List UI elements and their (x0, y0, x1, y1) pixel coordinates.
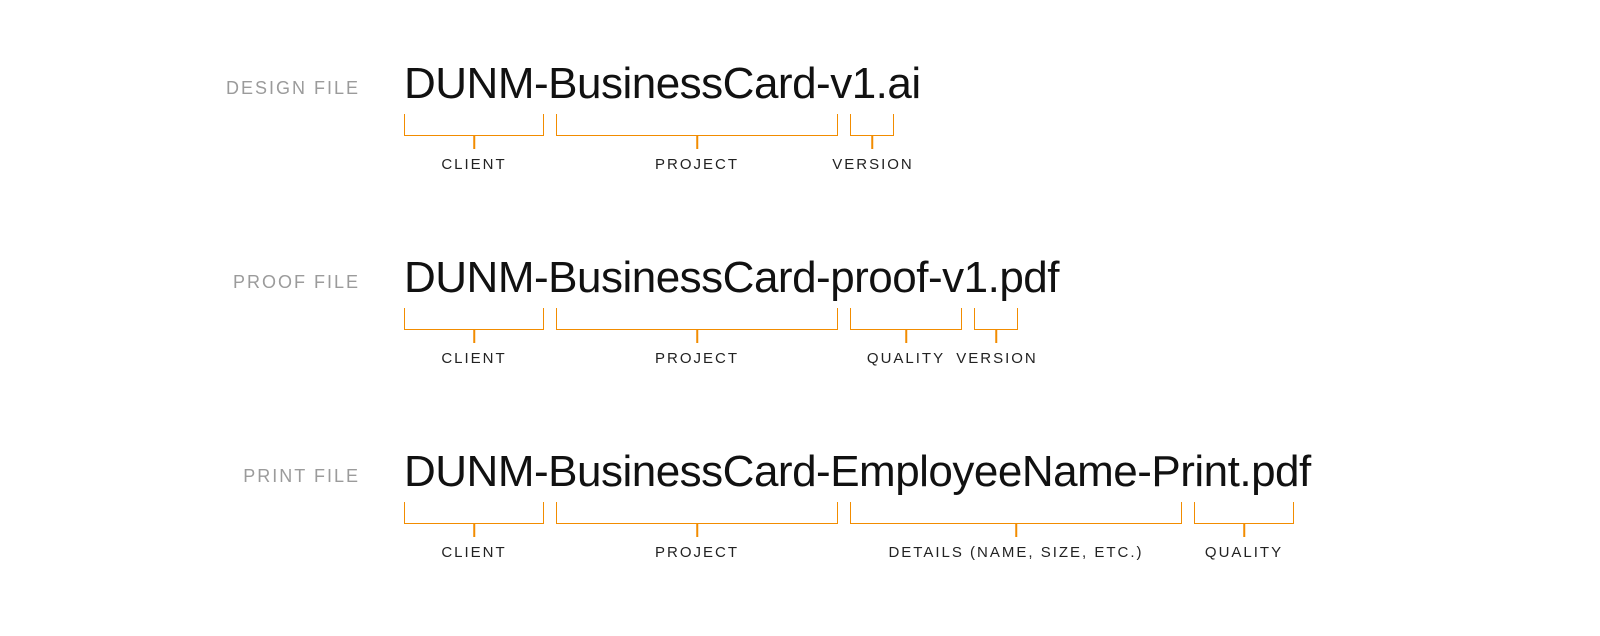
row-label-proof-file: PROOF FILE (140, 272, 360, 293)
segment-label-client: CLIENT (404, 544, 544, 561)
segment-label-version: VERSION (952, 350, 1042, 367)
bracket-proof-client (404, 308, 544, 330)
segment-label-client: CLIENT (404, 156, 544, 173)
bracket-proof-version (974, 308, 1018, 330)
segment-label-version: VERSION (828, 156, 918, 173)
filename-diagram: DESIGN FILE DUNM-BusinessCard-v1.ai CLIE… (0, 0, 1600, 636)
bracket-proof-project (556, 308, 838, 330)
segment-label-client: CLIENT (404, 350, 544, 367)
filename-print: DUNM-BusinessCard-EmployeeName-Print.pdf (404, 450, 1311, 494)
bracket-proof-quality (850, 308, 962, 330)
segment-label-project: PROJECT (556, 544, 838, 561)
filename-design: DUNM-BusinessCard-v1.ai (404, 62, 921, 106)
segment-label-quality: QUALITY (1194, 544, 1294, 561)
bracket-print-details (850, 502, 1182, 524)
segment-label-project: PROJECT (556, 156, 838, 173)
filename-proof: DUNM-BusinessCard-proof-v1.pdf (404, 256, 1059, 300)
row-label-design-file: DESIGN FILE (140, 78, 360, 99)
bracket-design-project (556, 114, 838, 136)
bracket-design-version (850, 114, 894, 136)
segment-label-project: PROJECT (556, 350, 838, 367)
row-label-print-file: PRINT FILE (140, 466, 360, 487)
segment-label-quality: QUALITY (850, 350, 962, 367)
bracket-print-quality (1194, 502, 1294, 524)
segment-label-details: DETAILS (NAME, SIZE, ETC.) (850, 544, 1182, 561)
bracket-print-project (556, 502, 838, 524)
bracket-print-client (404, 502, 544, 524)
bracket-design-client (404, 114, 544, 136)
